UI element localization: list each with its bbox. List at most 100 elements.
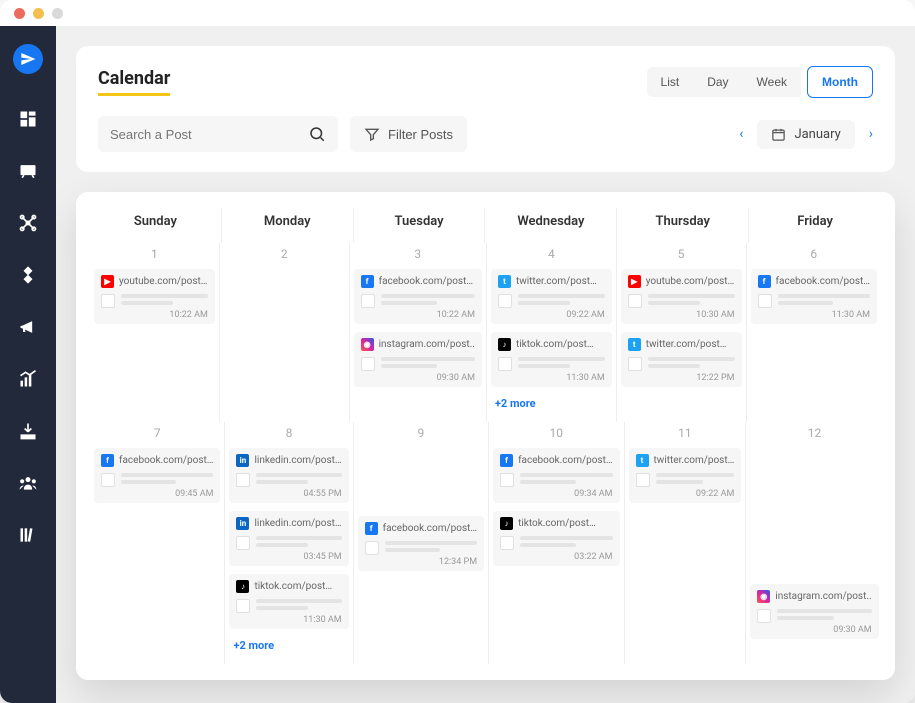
month-selector[interactable]: January xyxy=(757,120,854,149)
post-thumbnail xyxy=(101,473,115,487)
view-list-button[interactable]: List xyxy=(647,67,694,97)
filter-button[interactable]: Filter Posts xyxy=(350,116,467,152)
megaphone-icon[interactable] xyxy=(17,316,39,338)
linkedin-icon: in xyxy=(236,517,249,530)
post-card[interactable]: in linkedin.com/post… 04:55 PM xyxy=(229,448,348,503)
day-number: 9 xyxy=(358,422,484,448)
tiktok-icon: ♪ xyxy=(498,338,511,351)
post-card[interactable]: f facebook.com/post… 09:45 AM xyxy=(94,448,220,503)
view-day-button[interactable]: Day xyxy=(693,67,742,97)
search-box[interactable] xyxy=(98,116,338,152)
facebook-icon: f xyxy=(758,275,771,288)
post-card[interactable]: t twitter.com/post… 09:22 AM xyxy=(491,269,612,324)
post-time: 09:30 AM xyxy=(361,373,475,383)
post-card[interactable]: f facebook.com/post… 09:34 AM xyxy=(493,448,619,503)
library-icon[interactable] xyxy=(17,524,39,546)
post-time: 11:30 AM xyxy=(758,310,870,320)
target-icon[interactable] xyxy=(17,264,39,286)
post-card[interactable]: t twitter.com/post… 09:22 AM xyxy=(629,448,742,503)
view-week-button[interactable]: Week xyxy=(743,67,801,97)
day-header: Sunday xyxy=(94,208,217,243)
post-thumbnail xyxy=(365,541,379,555)
header-panel: Calendar List Day Week Month xyxy=(76,46,895,172)
post-card[interactable]: f facebook.com/post… 10:22 AM xyxy=(354,269,482,324)
post-url: facebook.com/post… xyxy=(383,523,477,534)
post-card[interactable]: t twitter.com/post… 12:22 PM xyxy=(621,332,742,387)
day-header: Friday xyxy=(753,208,877,243)
day-header: Monday xyxy=(226,208,349,243)
post-url: youtube.com/post… xyxy=(646,276,735,287)
day-header: Wednesday xyxy=(489,208,612,243)
minimize-window-icon[interactable] xyxy=(33,8,44,19)
post-card[interactable]: f facebook.com/post… 12:34 PM xyxy=(358,516,484,571)
instagram-icon: ◉ xyxy=(361,338,374,351)
post-url: tiktok.com/post… xyxy=(516,339,605,350)
post-url: tiktok.com/post… xyxy=(254,581,341,592)
post-card[interactable]: in linkedin.com/post… 03:45 PM xyxy=(229,511,348,566)
post-url: youtube.com/post… xyxy=(119,276,208,287)
post-card[interactable]: ◉ instagram.com/post.. 09:30 AM xyxy=(750,584,878,639)
post-url: tiktok.com/post… xyxy=(518,518,612,529)
post-card[interactable]: ♪ tiktok.com/post… 03:22 AM xyxy=(493,511,619,566)
day-number: 2 xyxy=(224,243,345,269)
post-card[interactable]: f facebook.com/post… 11:30 AM xyxy=(751,269,877,324)
post-thumbnail xyxy=(500,473,514,487)
post-thumbnail xyxy=(636,473,650,487)
maximize-window-icon[interactable] xyxy=(52,8,63,19)
facebook-icon: f xyxy=(500,454,513,467)
page-title: Calendar xyxy=(98,68,170,96)
next-month-button[interactable]: › xyxy=(869,126,873,142)
post-time: 11:30 AM xyxy=(498,373,605,383)
analytics-icon[interactable] xyxy=(17,368,39,390)
day-number: 12 xyxy=(750,422,878,448)
post-time: 03:45 PM xyxy=(236,552,341,562)
app-logo-icon[interactable] xyxy=(13,44,43,74)
post-time: 09:22 AM xyxy=(636,489,735,499)
twitter-icon: t xyxy=(628,338,641,351)
day-number: 6 xyxy=(751,243,877,269)
linkedin-icon: in xyxy=(236,454,249,467)
close-window-icon[interactable] xyxy=(14,8,25,19)
download-icon[interactable] xyxy=(17,420,39,442)
more-posts-link[interactable]: +2 more xyxy=(229,637,348,654)
twitter-icon: t xyxy=(636,454,649,467)
facebook-icon: f xyxy=(101,454,114,467)
search-input[interactable] xyxy=(110,127,308,142)
post-time: 11:30 AM xyxy=(236,615,341,625)
post-url: linkedin.com/post… xyxy=(254,455,341,466)
post-time: 09:34 AM xyxy=(500,489,612,499)
calendar-grid: SundayMondayTuesdayWednesdayThursdayFrid… xyxy=(76,192,895,680)
post-thumbnail xyxy=(361,294,375,308)
post-url: instagram.com/post.. xyxy=(775,591,871,602)
post-url: instagram.com/post.. xyxy=(379,339,475,350)
post-card[interactable]: ▶ youtube.com/post… 10:22 AM xyxy=(94,269,215,324)
post-thumbnail xyxy=(498,357,512,371)
view-month-button[interactable]: Month xyxy=(807,66,873,98)
youtube-icon: ▶ xyxy=(101,275,114,288)
post-time: 12:22 PM xyxy=(628,373,735,383)
post-card[interactable]: ◉ instagram.com/post.. 09:30 AM xyxy=(354,332,482,387)
post-time: 09:22 AM xyxy=(498,310,605,320)
twitter-icon: t xyxy=(498,275,511,288)
network-icon[interactable] xyxy=(17,212,39,234)
post-url: twitter.com/post… xyxy=(654,455,735,466)
prev-month-button[interactable]: ‹ xyxy=(739,126,743,142)
month-label: January xyxy=(794,127,840,142)
post-card[interactable]: ♪ tiktok.com/post… 11:30 AM xyxy=(491,332,612,387)
post-thumbnail xyxy=(628,357,642,371)
team-icon[interactable] xyxy=(17,472,39,494)
post-card[interactable]: ♪ tiktok.com/post… 11:30 AM xyxy=(229,574,348,629)
post-time: 04:55 PM xyxy=(236,489,341,499)
posts-icon[interactable] xyxy=(17,160,39,182)
post-url: facebook.com/post… xyxy=(776,276,870,287)
post-time: 09:45 AM xyxy=(101,489,213,499)
post-thumbnail xyxy=(236,473,250,487)
post-thumbnail xyxy=(361,357,375,371)
more-posts-link[interactable]: +2 more xyxy=(491,395,612,412)
dashboard-icon[interactable] xyxy=(17,108,39,130)
post-card[interactable]: ▶ youtube.com/post… 10:30 AM xyxy=(621,269,742,324)
post-url: facebook.com/post… xyxy=(379,276,475,287)
post-thumbnail xyxy=(498,294,512,308)
instagram-icon: ◉ xyxy=(757,590,770,603)
post-thumbnail xyxy=(236,536,250,550)
